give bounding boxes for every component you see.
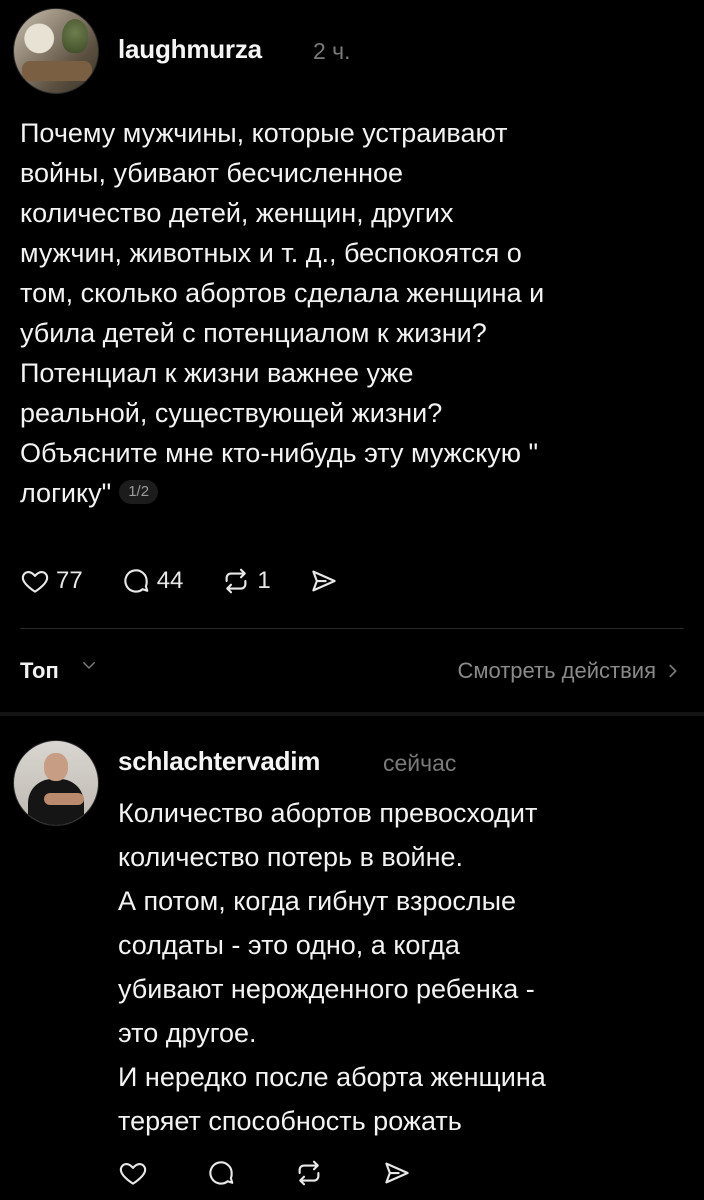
reply-line: Количество абортов превосходит: [118, 798, 538, 828]
reply-line: теряет способность рожать: [118, 1106, 462, 1136]
view-activity-link[interactable]: Смотреть действия: [457, 658, 680, 684]
post-line: мужчин, животных и т. д., беспокоятся о: [20, 238, 522, 268]
heart-icon: [21, 570, 49, 593]
divider: [20, 628, 684, 629]
sort-bar: Топ Смотреть действия: [20, 656, 680, 690]
post-line: Почему мужчины, которые устраивают: [20, 118, 508, 148]
repost-button[interactable]: 1: [221, 566, 271, 596]
chevron-right-icon: [669, 664, 677, 678]
post-actions: 77 44 1: [20, 566, 339, 596]
reply-time: сейчас: [383, 750, 457, 776]
post-username[interactable]: laughmurza: [118, 34, 262, 65]
comment-count: 44: [156, 567, 184, 594]
avatar[interactable]: [13, 8, 99, 94]
like-button[interactable]: [118, 1158, 148, 1188]
post-line: логику": [20, 478, 112, 508]
reply-line: А потом, когда гибнут взрослые: [118, 886, 517, 916]
post-line: количество детей, женщин, других: [20, 198, 454, 228]
like-count: 77: [56, 567, 83, 594]
reply-line: это другое.: [118, 1018, 257, 1048]
section-separator: [0, 712, 704, 716]
avatar[interactable]: [13, 740, 99, 826]
like-button[interactable]: 77: [20, 566, 83, 596]
view-activity-label: Смотреть действия: [457, 658, 656, 683]
post-line: реальной, существующей жизни?: [20, 398, 443, 428]
post-time: 2 ч.: [313, 38, 351, 64]
page-indicator: 1/2: [119, 479, 159, 504]
share-icon: [385, 1162, 409, 1184]
avatar-sofa: [22, 61, 92, 81]
avatar-head: [44, 753, 68, 781]
post-line: убила детей с потенциалом к жизни?: [20, 318, 487, 348]
comment-button[interactable]: 44: [121, 566, 184, 596]
share-button[interactable]: [309, 566, 339, 596]
post-line: Потенциал к жизни важнее уже: [20, 358, 414, 388]
share-button[interactable]: [382, 1158, 412, 1188]
avatar-plant: [62, 19, 88, 53]
heart-icon: [119, 1162, 147, 1185]
reply-line: солдаты - это одно, а когда: [118, 930, 460, 960]
post-text: Почему мужчины, которые устраивают войны…: [20, 113, 544, 513]
reply-username[interactable]: schlachtervadim: [118, 746, 320, 777]
share-icon: [312, 570, 336, 592]
post-line-last: логику" 1/2: [20, 473, 544, 513]
comment-icon: [209, 1161, 234, 1185]
post-line: войны, убивают бесчисленное: [20, 158, 404, 188]
avatar-arm: [44, 793, 84, 805]
post-line: Объясните мне кто-нибудь эту мужскую ": [20, 438, 539, 468]
repost-button[interactable]: [294, 1158, 324, 1188]
sort-label[interactable]: Топ: [20, 658, 59, 684]
repost-icon: [298, 1160, 320, 1186]
repost-count: 1: [257, 567, 271, 594]
reply-actions: [118, 1158, 412, 1188]
chevron-down-icon[interactable]: [80, 656, 98, 674]
comment-button[interactable]: [206, 1158, 236, 1188]
post-line: том, сколько абортов сделала женщина и: [20, 278, 545, 308]
reply-line: убивают нерожденного ребенка -: [118, 974, 535, 1004]
repost-icon: [225, 568, 247, 594]
comment-icon: [124, 569, 149, 593]
reply-line: И нередко после аборта женщина: [118, 1062, 546, 1092]
reply-text: Количество абортов превосходит количеств…: [118, 791, 546, 1143]
reply-line: количество потерь в войне.: [118, 842, 464, 872]
